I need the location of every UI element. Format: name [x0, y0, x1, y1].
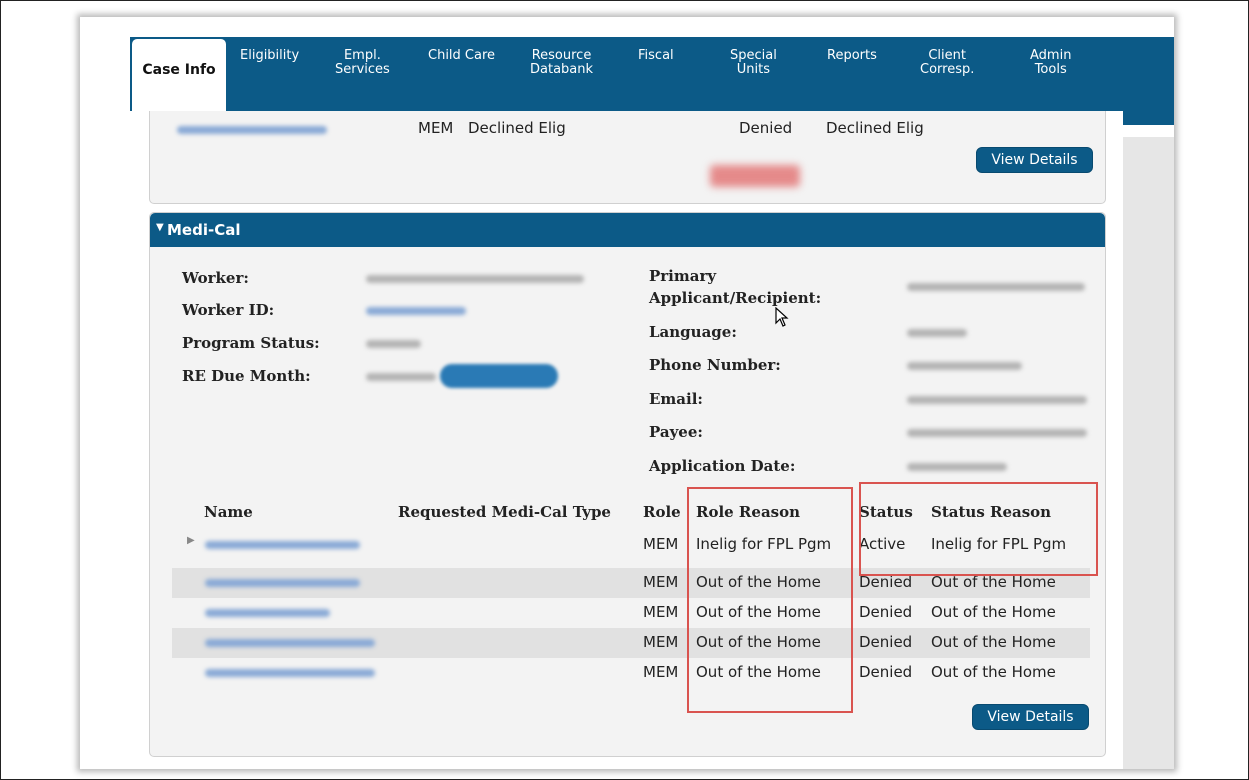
tab-child-care[interactable]: Child Care: [428, 49, 495, 63]
member-name-link[interactable]: [177, 126, 327, 134]
tab-client-corresp[interactable]: Client Corresp.: [920, 49, 974, 77]
role-cell: MEM: [643, 573, 679, 591]
scroll-gutter: [1121, 137, 1174, 769]
tab-eligibility[interactable]: Eligibility: [240, 49, 299, 63]
language-label: Language:: [649, 323, 737, 341]
application-date-value: [907, 463, 1007, 471]
status-reason-cell: Out of the Home: [931, 633, 1056, 651]
highlight-status-reason: [859, 482, 1098, 576]
language-value: [907, 329, 967, 337]
role-cell: MEM: [643, 603, 679, 621]
applicant-label: Applicant/Recipient:: [649, 289, 822, 307]
program-status-value: [366, 340, 421, 348]
member-name-link[interactable]: [205, 541, 360, 549]
tab-empl-services[interactable]: Empl. Services: [335, 49, 390, 77]
applicant-value: [907, 283, 1085, 291]
expand-row-icon[interactable]: ▶: [187, 535, 195, 546]
worker-id-link[interactable]: [366, 307, 466, 315]
member-name-link[interactable]: [205, 639, 375, 647]
status-cell: Denied: [859, 603, 913, 621]
status-reason-cell: Out of the Home: [931, 603, 1056, 621]
col-header-role: Role: [643, 503, 681, 521]
redacted-stamp: [710, 165, 800, 187]
main-content: MEM Declined Elig Denied Declined Elig V…: [130, 111, 1123, 769]
application-date-label: Application Date:: [649, 457, 796, 475]
re-due-month-label: RE Due Month:: [182, 367, 311, 385]
status-cell: Denied: [859, 633, 913, 651]
program-panel-previous: MEM Declined Elig Denied Declined Elig V…: [149, 111, 1106, 204]
payee-label: Payee:: [649, 423, 703, 441]
view-details-button[interactable]: View Details: [972, 704, 1089, 730]
app-window: Case Info Eligibility Empl. Services Chi…: [80, 17, 1174, 769]
col-header-type: Requested Medi-Cal Type: [398, 503, 611, 521]
status-reason-cell: Out of the Home: [931, 663, 1056, 681]
tab-special-units[interactable]: Special Units: [730, 49, 777, 77]
medical-header[interactable]: ▼ Medi-Cal: [150, 213, 1105, 247]
status-cell: Denied: [859, 663, 913, 681]
status-cell: Denied: [739, 119, 793, 137]
member-name-link[interactable]: [205, 669, 375, 677]
col-header-name: Name: [204, 503, 253, 521]
re-due-action-button[interactable]: [440, 364, 558, 388]
role-cell: MEM: [418, 119, 454, 137]
email-value: [907, 396, 1087, 404]
re-due-month-value: [366, 373, 436, 381]
worker-label: Worker:: [182, 269, 249, 287]
tab-resource-databank[interactable]: Resource Databank: [530, 49, 593, 77]
phone-value: [907, 362, 1022, 370]
program-status-label: Program Status:: [182, 334, 320, 352]
role-reason-cell: Declined Elig: [468, 119, 566, 137]
highlight-role-reason: [687, 487, 853, 713]
primary-label: Primary: [649, 267, 717, 285]
member-name-link[interactable]: [205, 579, 360, 587]
medical-panel: ▼ Medi-Cal Worker: Worker ID: Program St…: [149, 212, 1106, 757]
role-cell: MEM: [643, 633, 679, 651]
phone-label: Phone Number:: [649, 356, 781, 374]
status-reason-cell: Declined Elig: [826, 119, 924, 137]
member-name-link[interactable]: [205, 609, 330, 617]
email-label: Email:: [649, 390, 703, 408]
tab-reports[interactable]: Reports: [827, 49, 877, 63]
worker-id-label: Worker ID:: [182, 301, 275, 319]
view-details-button[interactable]: View Details: [976, 147, 1093, 173]
caret-down-icon: ▼: [156, 222, 164, 233]
payee-value: [907, 429, 1087, 437]
tab-case-info[interactable]: Case Info: [132, 39, 226, 111]
tab-admin-tools[interactable]: Admin Tools: [1030, 49, 1071, 77]
worker-value: [366, 275, 584, 283]
medical-title: Medi-Cal: [167, 221, 241, 239]
tab-fiscal[interactable]: Fiscal: [638, 49, 674, 63]
role-cell: MEM: [643, 663, 679, 681]
mouse-cursor-icon: [775, 307, 789, 327]
role-cell: MEM: [643, 535, 679, 553]
